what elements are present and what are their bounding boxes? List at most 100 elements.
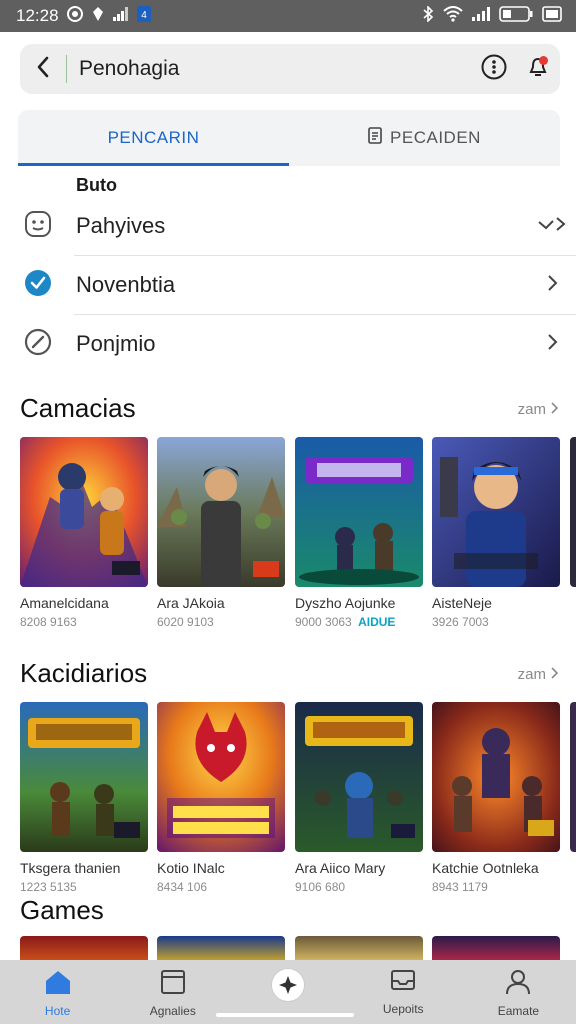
- signal-icon: [472, 6, 490, 26]
- arrow-left-icon: [36, 56, 50, 83]
- game-thumbnail: [570, 437, 576, 587]
- list-item-novenbtia[interactable]: Novenbtia: [0, 256, 576, 314]
- battery-icon: [499, 5, 533, 27]
- section-title: Games: [20, 895, 104, 925]
- search-bar[interactable]: Penohagia: [20, 44, 560, 94]
- game-thumbnail: [432, 437, 560, 587]
- bluetooth-icon: [422, 4, 434, 27]
- game-meta: 9106 680: [295, 880, 346, 894]
- inbox-icon: [390, 969, 416, 996]
- window-icon: [160, 969, 186, 998]
- game-badge: AIDUE: [358, 615, 396, 629]
- list-item-label: Ponjmio: [76, 331, 156, 356]
- search-input[interactable]: Penohagia: [79, 57, 472, 81]
- nav-label: Uepoits: [382, 1002, 424, 1016]
- nav-label: Agnalies: [149, 1004, 196, 1018]
- svg-text:4: 4: [141, 10, 147, 21]
- screen-icon: [542, 5, 562, 27]
- game-title: Ara Aiico Mary: [295, 860, 386, 876]
- game-card[interactable]: Tksgera thanien 1223 5135: [20, 702, 148, 894]
- wifi-icon: [443, 5, 463, 27]
- list-item-ponjmio[interactable]: Ponjmio: [0, 315, 576, 373]
- game-thumbnail: [157, 702, 285, 852]
- game-title: Tksgera thanien: [20, 860, 121, 876]
- game-card[interactable]: [432, 936, 560, 962]
- game-card[interactable]: [20, 936, 148, 962]
- game-title: Kotio INalc: [157, 860, 225, 876]
- list-item-label: Novenbtia: [76, 272, 176, 297]
- tab-pencarin[interactable]: PENCARIN: [18, 110, 289, 166]
- game-card[interactable]: [570, 437, 576, 587]
- game-thumbnail: [295, 702, 423, 852]
- chevron-right-icon: [546, 274, 558, 297]
- nav-eamate[interactable]: Eamate: [461, 960, 576, 1024]
- list-item-pahyives[interactable]: Pahyives: [0, 197, 576, 255]
- game-thumbnail: [295, 437, 423, 587]
- profile-icon: [505, 969, 531, 998]
- list-item-label: Pahyives: [76, 213, 166, 238]
- game-card[interactable]: Dyszho Aojunke 9000 3063 AIDUE: [295, 437, 423, 629]
- game-meta: 9000 3063 AIDUE: [295, 615, 423, 629]
- game-meta-text: 9000 3063: [295, 615, 352, 629]
- game-thumbnail: [157, 437, 285, 587]
- see-more-link[interactable]: zam: [517, 401, 559, 418]
- notification-dot: [539, 56, 548, 65]
- home-indicator[interactable]: [216, 1013, 354, 1017]
- game-meta: 8943 1179: [432, 880, 488, 894]
- see-more-label: zam: [517, 401, 546, 418]
- game-thumbnail: [432, 702, 560, 852]
- game-card[interactable]: Ara JAkoia 6020 9103: [157, 437, 285, 629]
- signal-bars-icon: [112, 6, 129, 26]
- tab-bar: PENCARIN PECAIDEN: [18, 110, 560, 166]
- nav-agnalies[interactable]: Agnalies: [115, 960, 230, 1024]
- game-card[interactable]: [570, 702, 576, 852]
- status-time: 12:28: [16, 6, 59, 25]
- notifications-button[interactable]: [516, 44, 560, 94]
- game-thumbnail: [570, 702, 576, 852]
- face-icon: [24, 210, 52, 243]
- status-bar: 12:28 4: [0, 0, 576, 32]
- game-card[interactable]: Katchie Ootnleka 8943 1179: [432, 702, 560, 894]
- nav-home[interactable]: Hote: [0, 960, 115, 1024]
- section-title: Camacias: [20, 393, 136, 423]
- nav-uepoits[interactable]: Uepoits: [346, 960, 461, 1024]
- back-button[interactable]: [20, 44, 66, 94]
- check-circle-icon: [24, 269, 52, 302]
- game-title: AisteNeje: [432, 595, 492, 611]
- game-card[interactable]: AisteNeje 3926 7003: [432, 437, 560, 629]
- search-divider: [66, 55, 67, 83]
- game-title: Dyszho Aojunke: [295, 595, 396, 611]
- slash-circle-icon: [24, 328, 52, 361]
- game-card[interactable]: Kotio INalc 8434 106: [157, 702, 285, 894]
- app-screen: 12:28 4 Penohagia PENCARIN PECAIDEN Buto…: [0, 0, 576, 1024]
- game-meta: 3926 7003: [432, 615, 489, 629]
- tab-label: PENCARIN: [107, 128, 200, 147]
- game-card[interactable]: [157, 936, 285, 962]
- info-button[interactable]: [472, 44, 516, 94]
- game-card[interactable]: Amanelcidana 8208 9163: [20, 437, 148, 629]
- game-thumbnail: [20, 437, 148, 587]
- game-title: Ara JAkoia: [157, 595, 225, 611]
- pin-icon: [91, 6, 105, 27]
- game-card[interactable]: Ara Aiico Mary 9106 680: [295, 702, 423, 894]
- section-title: Kacidiarios: [20, 658, 148, 688]
- see-more-link[interactable]: zam: [517, 666, 559, 683]
- info-dots-icon: [481, 54, 507, 85]
- nav-label: Eamate: [497, 1004, 540, 1018]
- chevron-right-icon: [550, 401, 559, 418]
- game-meta: 1223 5135: [20, 880, 77, 894]
- tab-pecaiden[interactable]: PECAIDEN: [289, 110, 560, 166]
- game-title: Amanelcidana: [20, 595, 109, 611]
- compass-icon: [272, 969, 304, 1001]
- settings-heading: Buto: [76, 175, 117, 195]
- tab-label: PECAIDEN: [390, 128, 481, 147]
- chevron-right-icon: [550, 666, 559, 683]
- app-badge-icon: 4: [136, 5, 151, 27]
- game-card[interactable]: [295, 936, 423, 962]
- game-row: Amanelcidana 8208 9163 Ara JAkoia 6020 9…: [20, 437, 576, 637]
- home-icon: [44, 969, 72, 998]
- see-more-label: zam: [517, 666, 546, 683]
- game-thumbnail: [20, 702, 148, 852]
- game-row: Tksgera thanien 1223 5135 Kotio INalc 84…: [20, 702, 576, 902]
- game-meta: 8208 9163: [20, 615, 77, 629]
